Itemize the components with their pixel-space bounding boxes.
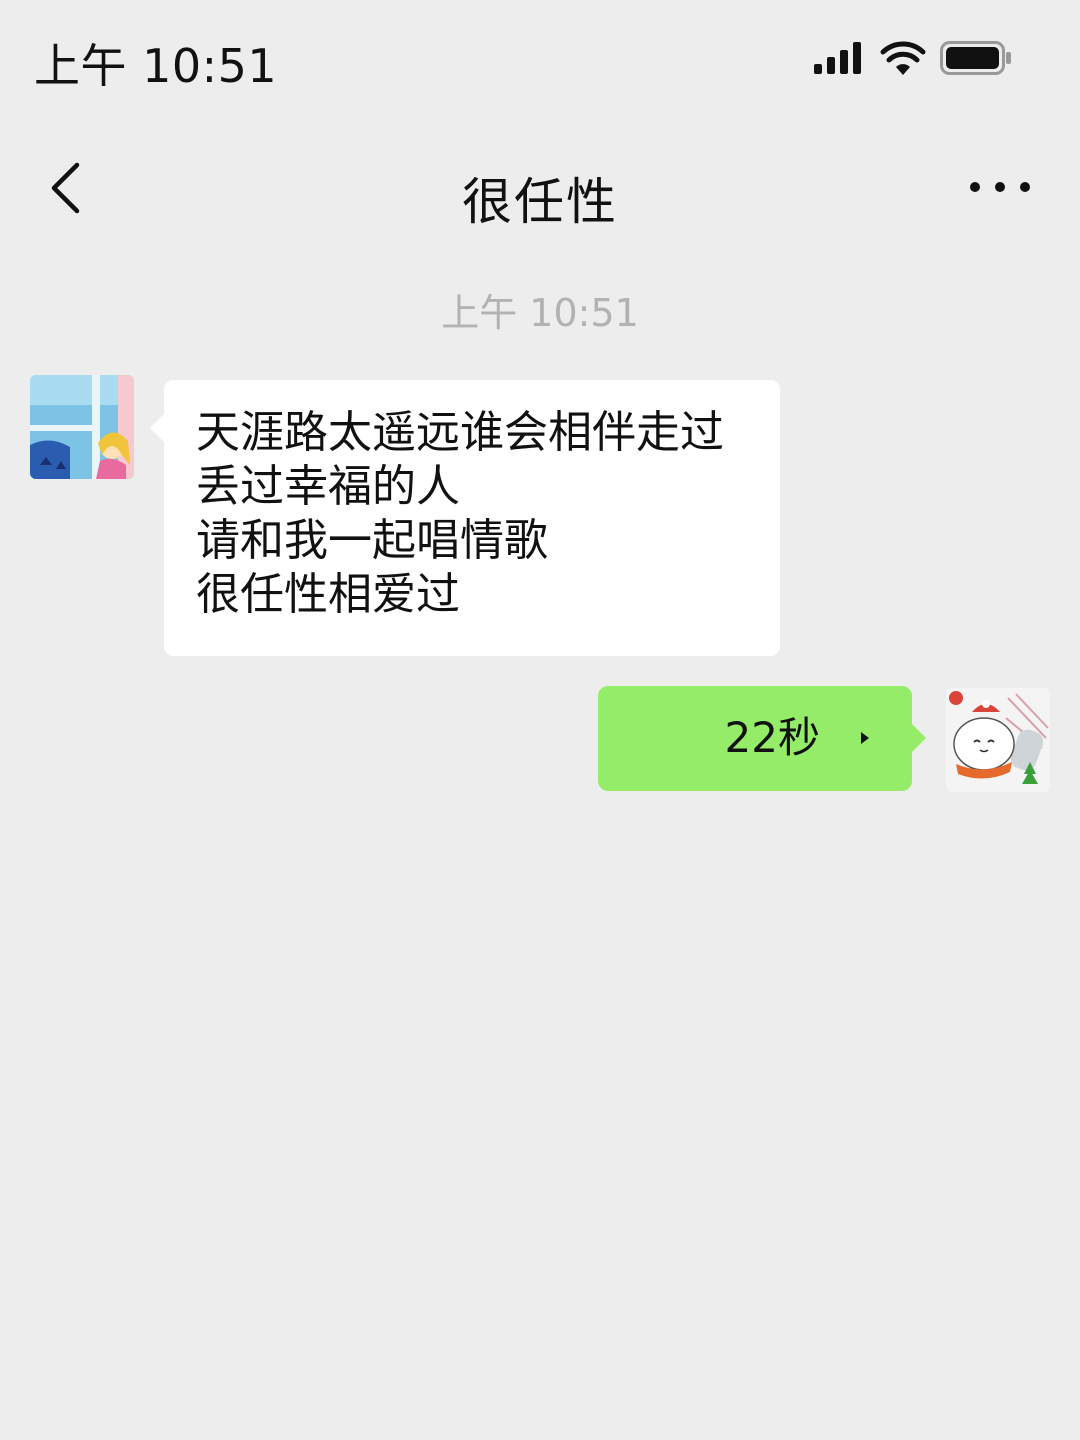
message-timestamp: 上午 10:51	[441, 291, 639, 335]
more-button[interactable]	[970, 170, 1030, 204]
voice-duration: 22秒	[724, 713, 820, 762]
message-line: 丢过幸福的人	[196, 461, 460, 512]
status-icons	[814, 38, 1012, 78]
more-dots-icon	[970, 182, 980, 192]
message-line: 很任性相爱过	[196, 569, 460, 620]
status-time: 上午 10:51	[34, 39, 278, 93]
wifi-icon	[880, 41, 926, 75]
battery-icon	[940, 41, 1011, 75]
contact-avatar[interactable]	[30, 375, 134, 479]
avatar-illustration	[946, 688, 1050, 792]
my-avatar[interactable]	[946, 688, 1050, 792]
signal-bars-icon	[814, 42, 861, 74]
avatar-illustration	[30, 375, 134, 479]
message-line: 请和我一起唱情歌	[196, 515, 548, 566]
message-line: 天涯路太遥远谁会相伴走过	[196, 407, 724, 458]
outgoing-voice-message[interactable]: 22秒	[598, 686, 926, 791]
chat-title: 很任性	[462, 173, 618, 231]
chat-screen: 上午 10:51 很任性 上午 10:51 天涯路太遥远谁会相伴走过 丢过幸福的…	[0, 0, 1080, 1440]
voice-play-icon	[861, 732, 869, 744]
incoming-text-message[interactable]: 天涯路太遥远谁会相伴走过 丢过幸福的人 请和我一起唱情歌 很任性相爱过	[150, 380, 780, 656]
